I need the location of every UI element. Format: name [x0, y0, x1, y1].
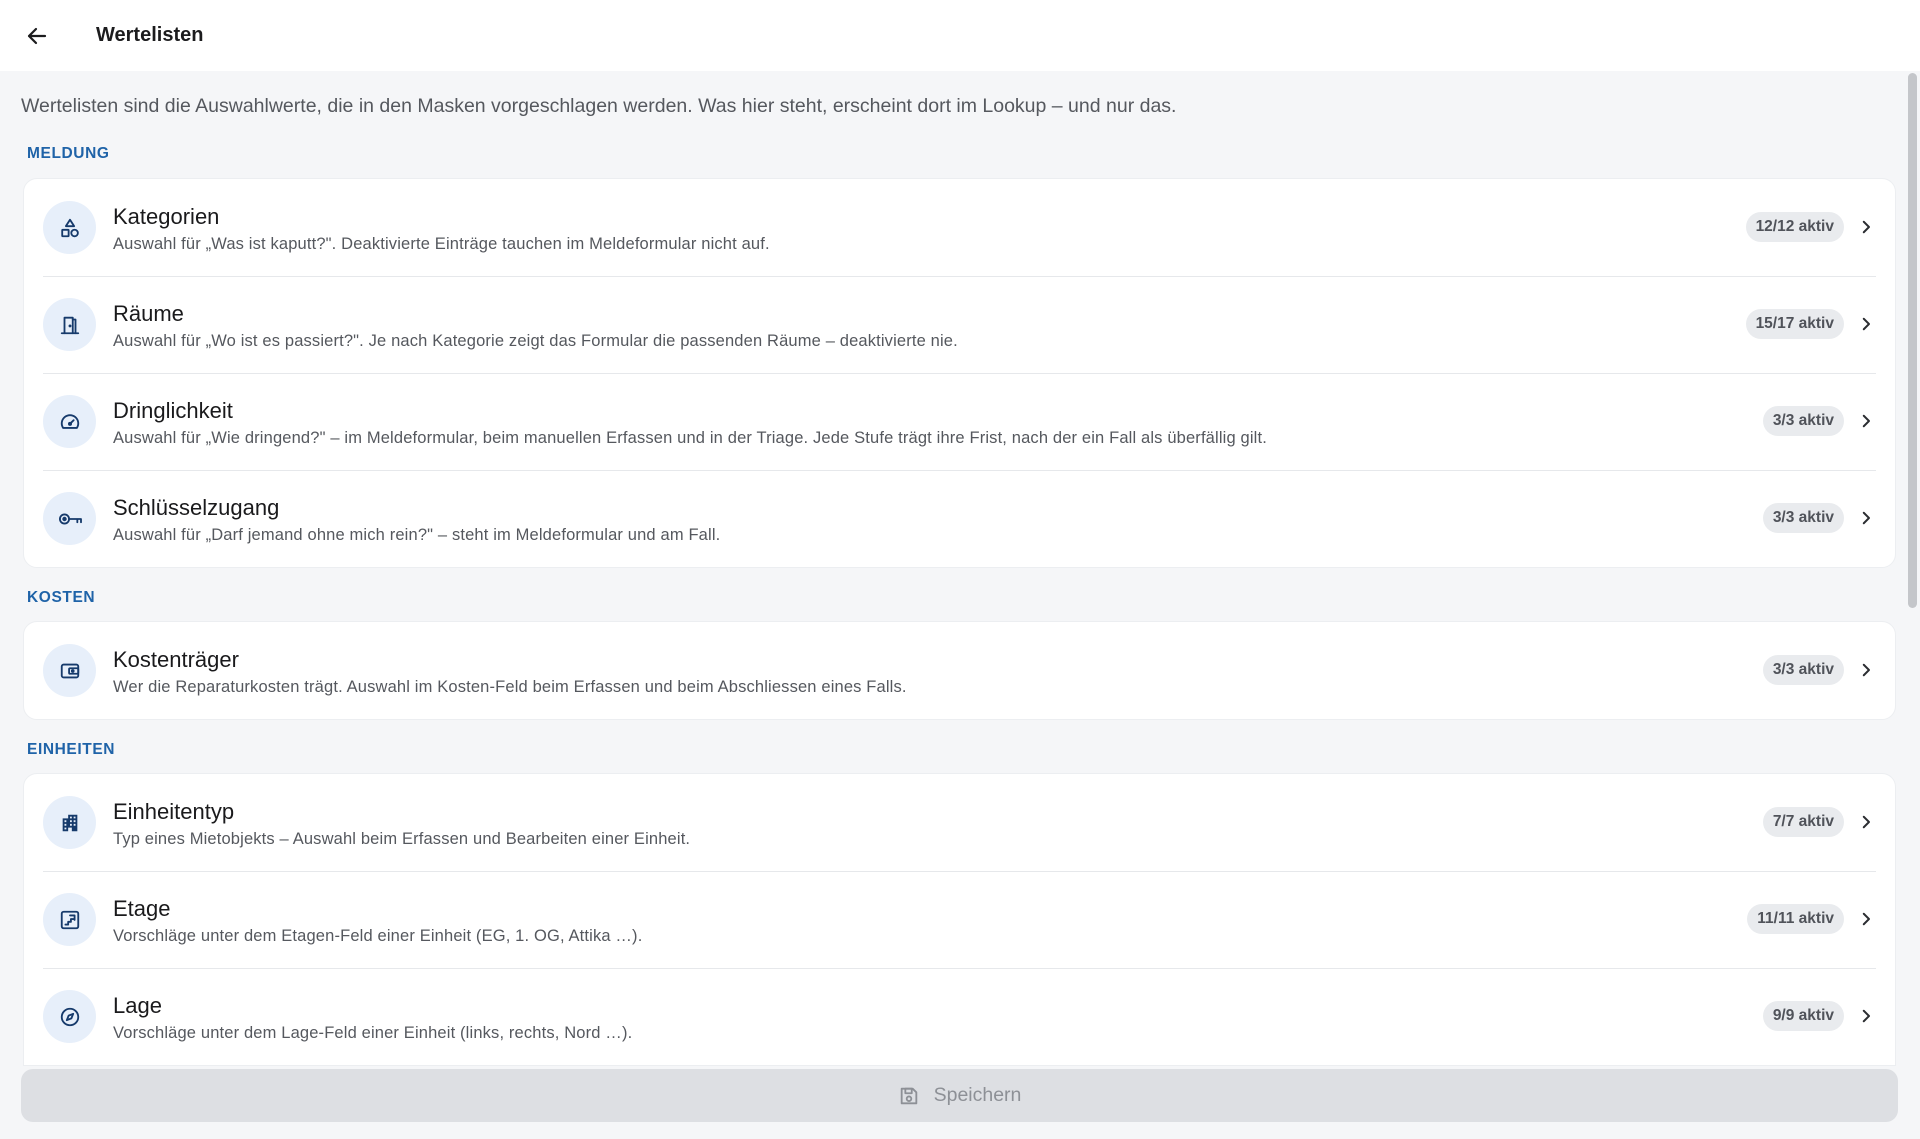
item-description: Vorschläge unter dem Etagen-Feld einer E… — [113, 927, 643, 945]
shapes-icon — [59, 217, 81, 239]
chevron-right-icon — [1855, 313, 1877, 335]
icon-badge — [43, 492, 96, 545]
status-badge: 15/17 aktiv — [1745, 309, 1844, 339]
status-badge: 7/7 aktiv — [1762, 807, 1844, 837]
status-badge: 12/12 aktiv — [1745, 212, 1844, 242]
item-title: Einheitentyp — [113, 799, 235, 824]
item-description: Auswahl für „Wie dringend?" – im Meldefo… — [113, 429, 1267, 447]
list-item-schluesselzugang[interactable]: Schlüsselzugang Auswahl für „Darf jemand… — [24, 470, 1895, 567]
list-item-kategorien[interactable]: Kategorien Auswahl für „Was ist kaputt?"… — [24, 179, 1895, 276]
building-icon — [59, 812, 81, 834]
item-title: Kategorien — [113, 204, 220, 229]
back-button[interactable] — [18, 17, 56, 55]
section-card-kosten: Kostenträger Wer die Reparaturkosten trä… — [23, 621, 1896, 720]
item-title: Kostenträger — [113, 647, 239, 672]
save-button[interactable]: Speichern — [21, 1069, 1898, 1122]
vertical-scrollbar[interactable] — [1908, 73, 1917, 608]
chevron-right-icon — [1855, 811, 1877, 833]
status-badge: 9/9 aktiv — [1762, 1001, 1844, 1031]
item-description: Auswahl für „Darf jemand ohne mich rein?… — [113, 526, 721, 544]
wallet-icon — [59, 660, 81, 682]
icon-badge — [43, 644, 96, 697]
list-item-kostentraeger[interactable]: Kostenträger Wer die Reparaturkosten trä… — [24, 622, 1895, 719]
list-item-lage[interactable]: Lage Vorschläge unter dem Lage-Feld eine… — [24, 968, 1895, 1065]
item-title: Räume — [113, 301, 184, 326]
icon-badge — [43, 893, 96, 946]
chevron-right-icon — [1855, 216, 1877, 238]
icon-badge — [43, 201, 96, 254]
item-title: Etage — [113, 896, 171, 921]
item-title: Schlüsselzugang — [113, 495, 280, 520]
door-icon — [59, 314, 81, 336]
item-title: Dringlichkeit — [113, 398, 233, 423]
status-badge: 3/3 aktiv — [1762, 406, 1844, 436]
item-description: Vorschläge unter dem Lage-Feld einer Ein… — [113, 1024, 633, 1042]
icon-badge — [43, 298, 96, 351]
item-description: Auswahl für „Wo ist es passiert?". Je na… — [113, 332, 958, 350]
list-item-raeume[interactable]: Räume Auswahl für „Wo ist es passiert?".… — [24, 276, 1895, 373]
status-badge: 3/3 aktiv — [1762, 503, 1844, 533]
arrow-left-icon — [25, 24, 49, 48]
item-description: Auswahl für „Was ist kaputt?". Deaktivie… — [113, 235, 770, 253]
save-button-label: Speichern — [933, 1084, 1022, 1106]
save-icon — [898, 1085, 920, 1107]
section-card-einheiten: Einheitentyp Typ eines Mietobjekts – Aus… — [23, 773, 1896, 1066]
chevron-right-icon — [1855, 410, 1877, 432]
section-card-meldung: Kategorien Auswahl für „Was ist kaputt?"… — [23, 178, 1896, 568]
stairs-icon — [59, 909, 81, 931]
icon-badge — [43, 395, 96, 448]
key-icon — [57, 508, 83, 530]
list-item-dringlichkeit[interactable]: Dringlichkeit Auswahl für „Wie dringend?… — [24, 373, 1895, 470]
chevron-right-icon — [1855, 1005, 1877, 1027]
list-item-etage[interactable]: Etage Vorschläge unter dem Etagen-Feld e… — [24, 871, 1895, 968]
item-description: Typ eines Mietobjekts – Auswahl beim Erf… — [113, 830, 691, 848]
status-badge: 3/3 aktiv — [1762, 655, 1844, 685]
chevron-right-icon — [1855, 659, 1877, 681]
intro-text: Wertelisten sind die Auswahlwerte, die i… — [21, 95, 1177, 117]
chevron-right-icon — [1855, 908, 1877, 930]
speedometer-icon — [59, 411, 81, 433]
top-app-bar: Wertelisten — [0, 0, 1920, 71]
page-title: Wertelisten — [96, 24, 204, 46]
status-badge: 11/11 aktiv — [1747, 904, 1844, 934]
content-scroll-area[interactable]: Wertelisten sind die Auswahlwerte, die i… — [0, 71, 1920, 1071]
item-description: Wer die Reparaturkosten trägt. Auswahl i… — [113, 678, 907, 696]
item-title: Lage — [113, 993, 162, 1018]
section-label-meldung: MELDUNG — [27, 145, 110, 162]
icon-badge — [43, 990, 96, 1043]
section-label-einheiten: EINHEITEN — [27, 741, 116, 758]
chevron-right-icon — [1855, 507, 1877, 529]
list-item-einheitentyp[interactable]: Einheitentyp Typ eines Mietobjekts – Aus… — [24, 774, 1895, 871]
icon-badge — [43, 796, 96, 849]
section-label-kosten: KOSTEN — [27, 589, 96, 606]
compass-icon — [59, 1006, 81, 1028]
